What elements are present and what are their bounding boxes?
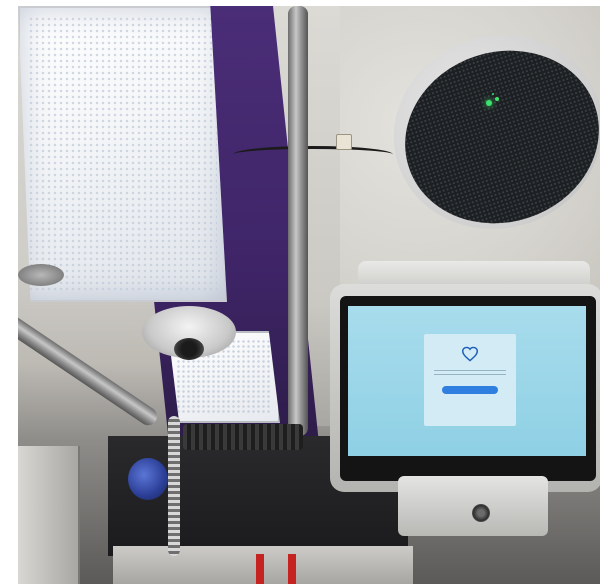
speaker-status-led (486, 100, 492, 106)
dialog-action-button[interactable] (442, 386, 498, 394)
heart-icon (461, 346, 479, 362)
red-stripe (256, 554, 264, 584)
screen-dialog-card (424, 334, 516, 426)
ceiling-vent (183, 424, 303, 450)
screen-status-bar (358, 312, 576, 318)
photo-scene (18, 6, 600, 584)
dialog-message-text (434, 370, 506, 378)
red-stripe (288, 554, 296, 584)
coiled-cord (168, 416, 180, 556)
ceiling-light-main (18, 6, 227, 302)
grab-rail-vertical (288, 6, 308, 436)
tablet-mount-bottom (398, 476, 548, 536)
ceiling-cable (233, 146, 393, 163)
camera-lens (174, 338, 204, 360)
grab-rail-bracket (18, 264, 64, 286)
cable-clip (336, 134, 352, 150)
tablet-screen[interactable] (348, 306, 586, 456)
cabinet-left (18, 446, 80, 584)
mount-lock-icon (472, 504, 490, 522)
blue-handheld-device (128, 458, 168, 500)
grab-rail-diagonal (18, 307, 161, 429)
